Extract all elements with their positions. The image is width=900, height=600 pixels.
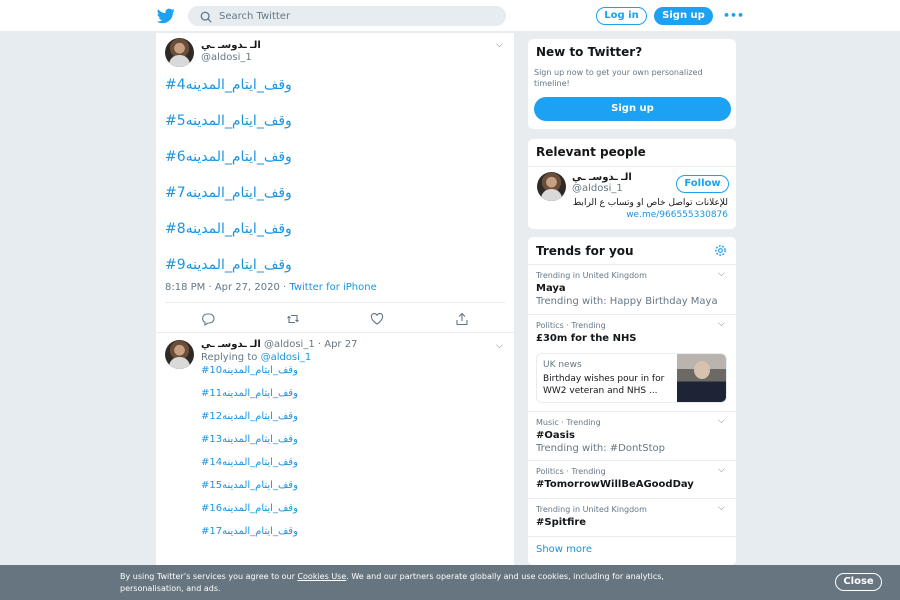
chevron-down-icon[interactable]: ⌵: [718, 319, 725, 329]
chevron-down-icon[interactable]: ⌵: [718, 269, 725, 279]
main-tweet[interactable]: الـ ـدوسـ ـي @aldosi_1 ⌵ #وقف_ايتام_المد…: [156, 33, 514, 333]
bio-link[interactable]: we.me/966555330876: [572, 209, 728, 221]
trend-context: Trending in United Kingdom: [536, 271, 647, 280]
chevron-down-icon[interactable]: ⌵: [718, 465, 725, 475]
hashtag-link[interactable]: #وقف_ايتام_المدينه4: [165, 76, 292, 112]
trend-with: Trending with: Happy Birthday Maya: [536, 296, 718, 307]
trend-name: #Oasis: [536, 430, 575, 441]
hashtag-link[interactable]: #وقف_ايتام_المدينه8: [165, 220, 292, 256]
chevron-down-icon[interactable]: ⌵: [718, 503, 725, 513]
tweet-metadata: 8:18 PM · Apr 27, 2020 · Twitter for iPh…: [165, 282, 377, 293]
person-bio: للإعلانات تواصل خاص او وتساب ع الرابط we…: [572, 198, 728, 221]
person-handle[interactable]: @aldosi_1: [572, 183, 623, 194]
card-title: Trends for you: [536, 244, 634, 258]
more-options-icon[interactable]: •••: [723, 9, 744, 22]
hashtag-link[interactable]: #وقف_ايتام_المدينه11: [201, 388, 298, 411]
chevron-down-icon[interactable]: ⌵: [496, 40, 503, 50]
login-button[interactable]: Log in: [596, 7, 647, 25]
trends-card: Trends for you Trending in United Kingdo…: [527, 236, 737, 566]
timeline: الـ ـدوسـ ـي @aldosi_1 ⌵ #وقف_ايتام_المد…: [155, 33, 515, 600]
avatar[interactable]: [165, 38, 194, 67]
cookies-use-link[interactable]: Cookies Use: [297, 572, 346, 581]
avatar[interactable]: [537, 172, 566, 201]
trend-name: #Spitfire: [536, 517, 587, 528]
tweet-text: #وقف_ايتام_المدينه4 #وقف_ايتام_المدينه5 …: [165, 76, 292, 292]
hashtag-link[interactable]: #وقف_ايتام_المدينه15: [201, 480, 298, 503]
reply-tweet[interactable]: الـ ـدوسـ ـي @aldosi_1 · Apr 27 ⌵ Replyi…: [156, 334, 514, 600]
replying-to-link[interactable]: @aldosi_1: [261, 352, 312, 363]
like-icon[interactable]: [370, 312, 384, 326]
hashtag-link[interactable]: #وقف_ايتام_المدينه10: [201, 365, 298, 388]
tweet-author-name[interactable]: الـ ـدوسـ ـي: [201, 40, 261, 51]
new-to-twitter-card: New to Twitter? Sign up now to get your …: [527, 38, 737, 130]
close-button[interactable]: Close: [835, 573, 882, 591]
divider: [528, 166, 736, 167]
share-icon[interactable]: [455, 312, 469, 326]
trend-item[interactable]: Trending in United Kingdom Maya Trending…: [528, 264, 736, 314]
relevant-people-card: Relevant people الـ ـدوسـ ـي @aldosi_1 F…: [527, 138, 737, 230]
top-navigation-bar: Log in Sign up •••: [0, 0, 900, 32]
tweet-source-link[interactable]: Twitter for iPhone: [289, 282, 376, 293]
trend-item[interactable]: Politics · Trending #TomorrowWillBeAGood…: [528, 460, 736, 498]
signup-button[interactable]: Sign up: [534, 97, 731, 121]
trend-item[interactable]: Politics · Trending £30m for the NHS ⌵ U…: [528, 314, 736, 411]
hashtag-link[interactable]: #وقف_ايتام_المدينه16: [201, 503, 298, 526]
trend-name: £30m for the NHS: [536, 333, 637, 344]
search-box[interactable]: [188, 6, 506, 26]
trend-context: Politics · Trending: [536, 467, 606, 476]
chevron-down-icon[interactable]: ⌵: [496, 341, 503, 351]
hashtag-link[interactable]: #وقف_ايتام_المدينه7: [165, 184, 292, 220]
hashtag-link[interactable]: #وقف_ايتام_المدينه14: [201, 457, 298, 480]
signup-button[interactable]: Sign up: [654, 7, 713, 25]
hashtag-link[interactable]: #وقف_ايتام_المدينه12: [201, 411, 298, 434]
hashtag-link[interactable]: #وقف_ايتام_المدينه6: [165, 148, 292, 184]
card-title: New to Twitter?: [536, 45, 643, 59]
follow-button[interactable]: Follow: [676, 175, 729, 193]
trend-context: Politics · Trending: [536, 321, 606, 330]
trend-with: Trending with: #DontStop: [536, 443, 665, 454]
news-card[interactable]: UK news Birthday wishes pour in for WW2 …: [536, 353, 727, 403]
cookie-banner: By using Twitter’s services you agree to…: [0, 565, 900, 600]
tweet-author-handle[interactable]: @aldosi_1: [264, 339, 315, 350]
tweet-date[interactable]: · Apr 27: [318, 339, 358, 350]
tweet-author-name[interactable]: الـ ـدوسـ ـي: [201, 339, 261, 350]
replying-to: Replying to @aldosi_1: [201, 352, 312, 363]
trend-name: #TomorrowWillBeAGoodDay: [536, 479, 694, 490]
trend-name: Maya: [536, 283, 566, 294]
twitter-logo-icon[interactable]: [157, 8, 175, 24]
news-headline: Birthday wishes pour in for WW2 veteran …: [543, 374, 665, 396]
news-thumbnail: [677, 354, 726, 402]
hashtag-link[interactable]: #وقف_ايتام_المدينه17: [201, 526, 298, 549]
cookie-text: By using Twitter’s services you agree to…: [120, 572, 664, 593]
settings-gear-icon[interactable]: [714, 244, 727, 257]
tweet-header: الـ ـدوسـ ـي @aldosi_1 · Apr 27: [201, 339, 357, 350]
tweet-author-handle[interactable]: @aldosi_1: [201, 52, 252, 63]
trend-item[interactable]: Trending in United Kingdom #Spitfire ⌵: [528, 498, 736, 536]
reply-icon[interactable]: [201, 312, 215, 327]
search-icon: [200, 11, 212, 23]
retweet-icon[interactable]: [286, 312, 300, 326]
trend-item[interactable]: Music · Trending #Oasis Trending with: #…: [528, 411, 736, 460]
trend-context: Music · Trending: [536, 418, 601, 427]
trend-context: Trending in United Kingdom: [536, 505, 647, 514]
tweet-timestamp[interactable]: 8:18 PM · Apr 27, 2020 ·: [165, 282, 289, 293]
card-title: Relevant people: [536, 145, 646, 159]
person-name[interactable]: الـ ـدوسـ ـي: [572, 172, 632, 183]
avatar[interactable]: [165, 340, 194, 369]
card-subtitle: Sign up now to get your own personalized…: [534, 68, 703, 88]
chevron-down-icon[interactable]: ⌵: [718, 416, 725, 426]
divider: [165, 302, 505, 303]
hashtag-link[interactable]: #وقف_ايتام_المدينه5: [165, 112, 292, 148]
news-source: UK news: [543, 360, 582, 370]
tweet-text: #وقف_ايتام_المدينه10 #وقف_ايتام_المدينه1…: [201, 365, 298, 549]
hashtag-link[interactable]: #وقف_ايتام_المدينه13: [201, 434, 298, 457]
search-input[interactable]: [219, 8, 489, 24]
show-more-link[interactable]: Show more: [536, 544, 592, 555]
